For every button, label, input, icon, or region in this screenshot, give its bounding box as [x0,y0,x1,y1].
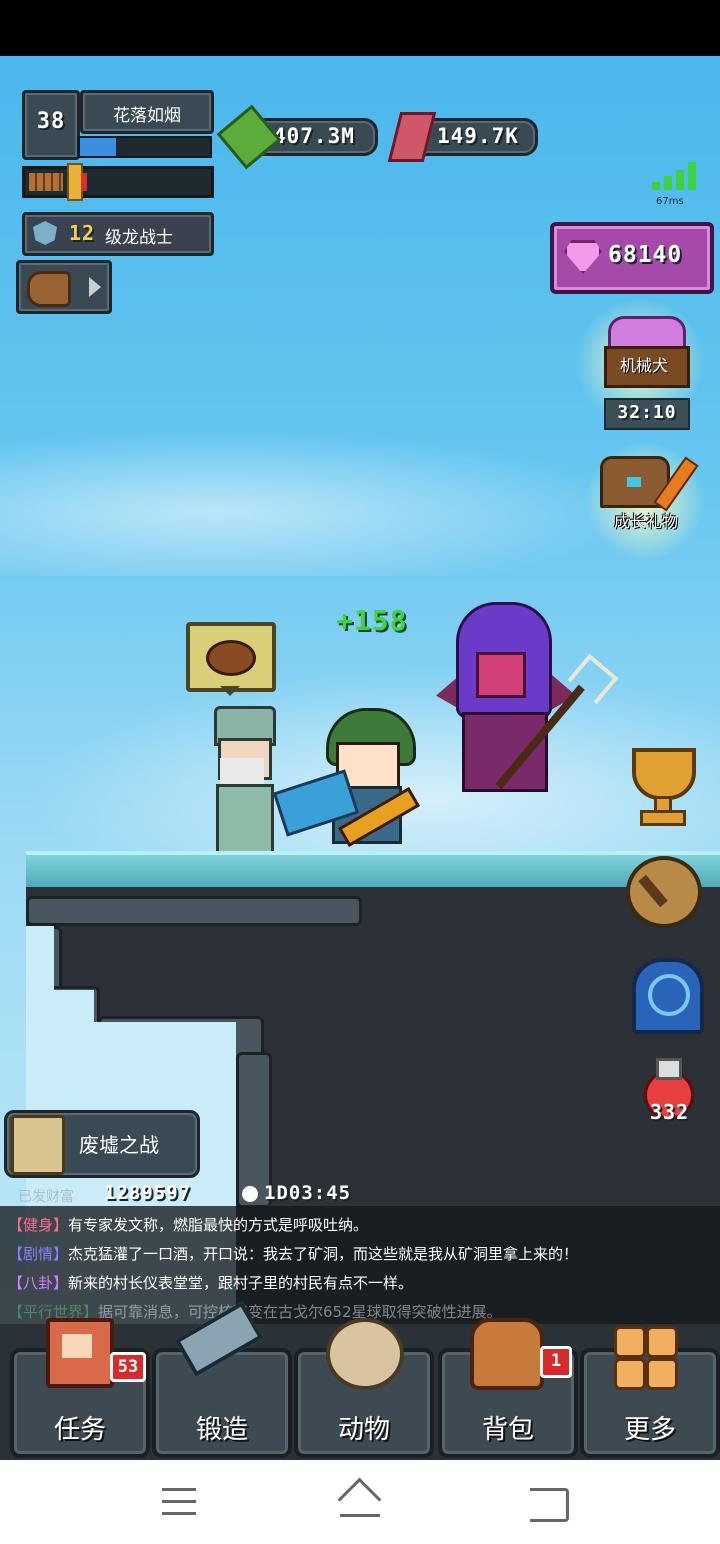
mech-dog-button[interactable]: 机械犬 [604,316,690,388]
title-level: 12 [69,221,96,245]
player-level: 38 [36,109,66,134]
premium-value: 68140 [608,242,683,268]
player-level-box[interactable]: 38 [22,90,80,160]
pickaxe-icon [638,874,668,908]
title-box[interactable]: 12 级龙战士 [22,212,214,256]
stage-timer: 1D03:45 [264,1182,352,1204]
gems-value: 149.7K [437,124,519,148]
exp-bar [78,136,212,158]
status-bar [0,0,720,56]
potion-count: 332 [650,1100,690,1124]
bubble-tail [220,686,240,696]
portal-icon [648,974,690,1016]
trophy-button[interactable] [628,748,696,826]
trophy-icon [632,748,696,800]
diamond-icon [564,240,602,274]
premium-currency-button[interactable]: 68140 [550,222,714,294]
demon-enemy[interactable] [396,592,619,812]
clock-icon [242,1186,258,1202]
mech-dog-timer-box: 32:10 [604,398,690,430]
arrow-right-icon [89,277,101,297]
bag-badge: 1 [540,1346,572,1378]
npc-speech-bubble[interactable] [186,622,276,692]
mech-dog-timer: 32:10 [617,402,677,423]
nav-bag-label: 背包 [481,1415,534,1445]
score-value: 1289597 [104,1182,192,1204]
cash-value: 407.3M [273,124,355,148]
log-icon [27,271,71,307]
stage-button[interactable]: 废墟之战 [4,1110,200,1178]
home-icon[interactable] [336,1477,384,1522]
game-scene[interactable]: 38 花落如烟 12 级龙战士 407.3M 149.7K 67ms 68140 [0,56,720,1460]
nav-forge-label: 锻造 [195,1415,248,1445]
egg-icon [326,1318,404,1390]
ping: 67ms [656,196,684,207]
task-book-icon [46,1318,114,1388]
system-navigation-bar [0,1460,720,1544]
nav-more-label: 更多 [623,1415,676,1445]
player-name: 花落如烟 [113,106,181,126]
portal-button[interactable] [632,958,704,1034]
title-name: 级龙战士 [105,228,173,248]
tasks-badge: 53 [110,1352,146,1382]
scroll-icon [11,1115,65,1175]
old-man-npc[interactable] [210,706,276,854]
mining-button[interactable] [626,856,702,928]
player-name-box[interactable]: 花落如烟 [80,90,214,134]
wood-resource-toggle[interactable] [16,260,112,314]
chat-line: 【剧情】杰克猛灌了一口酒，开口说：我去了矿洞，而这些就是我从矿洞里拿上来的！ [8,1245,579,1263]
nav-forge-button[interactable]: 锻造 [152,1348,292,1458]
menu-icon[interactable] [162,1488,196,1516]
grid-icon [614,1326,678,1390]
growth-gift-label: 成长礼物 [613,512,678,531]
nav-animals-label: 动物 [337,1415,390,1445]
mech-dog-label: 机械犬 [619,356,668,375]
shield-icon [33,221,57,245]
stage-name: 废墟之战 [79,1133,159,1157]
power-bar [22,163,214,201]
ice-platform [26,851,720,891]
chat-line: 【八卦】新来的村长仪表堂堂，跟村子里的村民有点不一样。 [8,1274,414,1292]
chat-line: 【健身】有专家发文称，燃脂最快的方式是呼吸吐纳。 [8,1216,369,1234]
chat-panel[interactable]: 【健身】有专家发文称，燃脂最快的方式是呼吸吐纳。 【剧情】杰克猛灌了一口酒，开口… [0,1206,720,1326]
cash-icon [216,104,282,170]
hat-icon [206,640,256,676]
nav-tasks-label: 任务 [53,1415,106,1445]
back-icon[interactable] [530,1488,569,1522]
backpack-icon [470,1318,544,1390]
growth-gift-button[interactable]: 成长礼物 [598,452,702,532]
score-label: 已发财富 [18,1189,74,1205]
